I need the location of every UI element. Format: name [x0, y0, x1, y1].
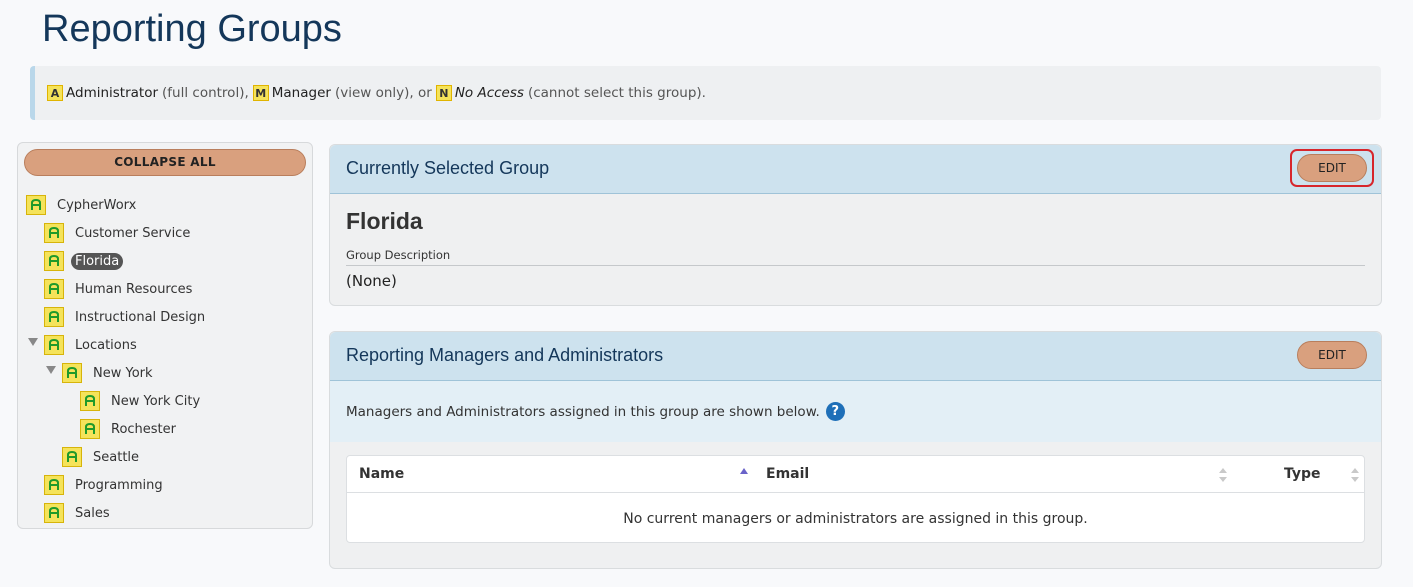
column-header-email[interactable]: Email: [766, 466, 809, 482]
edit-managers-button[interactable]: EDIT: [1297, 341, 1367, 369]
no-access-badge-icon: N: [435, 85, 452, 101]
tree-item-label: New York City: [111, 393, 201, 409]
no-access-desc: (cannot select this group).: [527, 85, 706, 101]
group-name: Florida: [346, 208, 423, 234]
manager-badge-icon: M: [252, 85, 269, 101]
empty-table-message: No current managers or administrators ar…: [623, 511, 1088, 527]
administrator-badge-icon: A: [47, 85, 63, 101]
administrator-badge-icon: [62, 447, 82, 467]
manager-desc: (view only), or: [334, 85, 432, 101]
tree-item-locations[interactable]: Locations: [44, 334, 141, 356]
column-header-name[interactable]: Name: [359, 466, 404, 482]
tree-item-customer-service[interactable]: Customer Service: [44, 222, 194, 244]
column-header-type[interactable]: Type: [1284, 466, 1321, 482]
selected-group-header: Currently Selected Group EDIT: [330, 145, 1381, 194]
tree-item-label: Customer Service: [75, 225, 191, 241]
tree-item-florida[interactable]: Florida: [44, 250, 124, 272]
managers-header: Reporting Managers and Administrators ED…: [330, 332, 1381, 381]
help-icon[interactable]: ?: [825, 402, 845, 421]
manager-label: Manager: [271, 85, 331, 101]
tree-item-new-york[interactable]: New York: [62, 362, 157, 384]
managers-panel: Reporting Managers and Administrators ED…: [329, 331, 1382, 569]
expand-locations-caret-icon[interactable]: [28, 338, 38, 346]
managers-info-text: Managers and Administrators assigned in …: [346, 403, 820, 420]
administrator-badge-icon: [80, 419, 100, 439]
expand-new-york-caret-icon[interactable]: [46, 366, 56, 374]
tree-item-seattle[interactable]: Seattle: [62, 446, 143, 468]
tree-item-label: Florida: [71, 252, 124, 270]
sort-icon[interactable]: [1351, 468, 1359, 482]
sort-ascending-icon[interactable]: [740, 468, 748, 474]
group-description-value: (None): [346, 272, 397, 290]
administrator-label: Administrator: [66, 85, 159, 101]
collapse-all-button[interactable]: COLLAPSE ALL: [24, 149, 306, 176]
administrator-badge-icon: [44, 223, 64, 243]
group-tree-sidebar: COLLAPSE ALL CypherWorx Customer Service…: [17, 142, 313, 529]
page-title: Reporting Groups: [42, 8, 342, 50]
selected-group-panel: Currently Selected Group EDIT Florida Gr…: [329, 144, 1382, 306]
tree-item-label: Locations: [75, 337, 137, 353]
tree-item-human-resources[interactable]: Human Resources: [44, 278, 196, 300]
administrator-desc: (full control),: [162, 85, 249, 101]
divider: [346, 265, 1365, 266]
tree-item-label: Seattle: [93, 449, 140, 465]
permissions-legend: A Administrator (full control), M Manage…: [30, 66, 1381, 120]
tree-item-label: Rochester: [111, 421, 176, 437]
managers-table: Name Email Type No current managers or a…: [346, 455, 1365, 543]
administrator-badge-icon: [26, 195, 46, 215]
edit-group-button[interactable]: EDIT: [1297, 154, 1367, 182]
administrator-badge-icon: [44, 475, 64, 495]
tree-item-label: CypherWorx: [57, 197, 137, 213]
tree-item-label: Instructional Design: [75, 309, 206, 325]
tree-item-rochester[interactable]: Rochester: [80, 418, 180, 440]
table-header-row: Name Email Type: [347, 456, 1364, 493]
tree-item-instructional-design[interactable]: Instructional Design: [44, 306, 209, 328]
administrator-badge-icon: [80, 391, 100, 411]
managers-info: Managers and Administrators assigned in …: [330, 381, 1381, 442]
administrator-badge-icon: [44, 279, 64, 299]
tree-item-label: Programming: [75, 477, 163, 493]
tree-item-label: Human Resources: [75, 281, 193, 297]
tree-item-programming[interactable]: Programming: [44, 474, 167, 496]
managers-heading: Reporting Managers and Administrators: [346, 345, 664, 365]
selected-group-heading: Currently Selected Group: [346, 158, 550, 178]
no-access-label: No Access: [454, 85, 524, 101]
tree-item-label: Sales: [75, 505, 110, 521]
tree-item-sales[interactable]: Sales: [44, 502, 114, 524]
administrator-badge-icon: [44, 251, 64, 271]
tree-item-cypherworx[interactable]: CypherWorx: [26, 194, 140, 216]
sort-icon[interactable]: [1219, 468, 1227, 482]
group-description-label: Group Description: [346, 248, 451, 262]
tree-item-label: New York: [93, 365, 153, 381]
administrator-badge-icon: [44, 335, 64, 355]
administrator-badge-icon: [62, 363, 82, 383]
administrator-badge-icon: [44, 307, 64, 327]
administrator-badge-icon: [44, 503, 64, 523]
tree-item-new-york-city[interactable]: New York City: [80, 390, 204, 412]
